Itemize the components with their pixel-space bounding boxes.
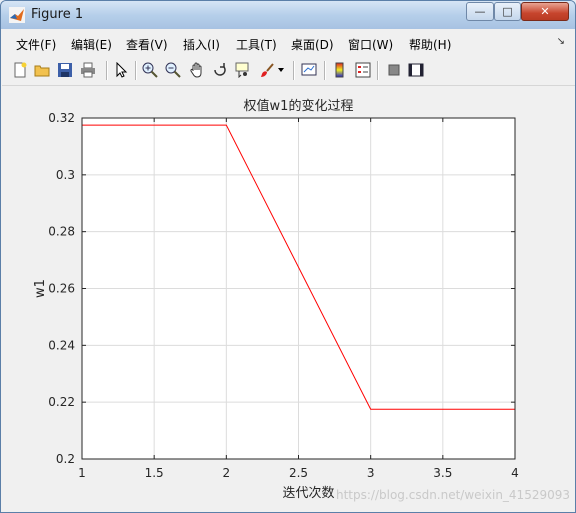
- title-bar[interactable]: Figure 1 — □ ✕: [1, 1, 575, 29]
- x-tick-label: 4: [511, 466, 519, 480]
- matlab-logo-icon: [9, 7, 25, 23]
- watermark-text: https://blog.csdn.net/weixin_41529093: [336, 488, 570, 502]
- brush-icon[interactable]: [258, 61, 276, 79]
- menu-desktop[interactable]: 桌面(D): [291, 36, 334, 53]
- maximize-button[interactable]: □: [494, 2, 521, 21]
- hide-plot-tools-icon[interactable]: [385, 61, 403, 79]
- pan-hand-icon[interactable]: [188, 61, 206, 79]
- y-tick-label: 0.28: [48, 225, 75, 239]
- menu-file[interactable]: 文件(F): [16, 36, 56, 53]
- x-axis-label: 迭代次数: [282, 485, 334, 501]
- minimize-button[interactable]: —: [466, 2, 494, 21]
- figure-toolbar: [2, 56, 575, 86]
- y-tick-label: 0.22: [48, 395, 75, 409]
- toolbar-separator: [293, 61, 295, 80]
- y-axis-label: w1: [33, 279, 48, 298]
- save-icon[interactable]: [56, 61, 74, 79]
- x-tick-label: 2.5: [289, 466, 308, 480]
- figure-canvas-area: 1 1.5 2 2.5 3 3.5 4 0.2 0.22 0.24 0.26 0.28 0.3 0.32…: [2, 86, 575, 513]
- menu-tools[interactable]: 工具(T): [236, 36, 277, 53]
- close-icon: ✕: [540, 5, 550, 18]
- menu-window[interactable]: 窗口(W): [348, 36, 393, 53]
- x-tick-label: 2: [223, 466, 231, 480]
- menu-help[interactable]: 帮助(H): [409, 36, 451, 53]
- colorbar-icon[interactable]: [331, 61, 349, 79]
- menu-view[interactable]: 查看(V): [126, 36, 168, 53]
- show-plot-tools-icon[interactable]: [407, 61, 425, 79]
- link-plot-icon[interactable]: [300, 61, 318, 79]
- chart-title: 权值w1的变化过程: [244, 98, 354, 114]
- menu-insert[interactable]: 插入(I): [183, 36, 220, 53]
- rotate-3d-icon[interactable]: [211, 61, 229, 79]
- x-tick-label: 3.5: [433, 466, 452, 480]
- x-tick-label: 1.5: [145, 466, 164, 480]
- y-tick-label: 0.26: [48, 282, 75, 296]
- y-tick-label: 0.2: [56, 452, 75, 466]
- figure-window: Figure 1 — □ ✕ 文件(F) 编辑(E) 查看(V) 插入(I) 工…: [0, 0, 576, 513]
- y-tick-label: 0.3: [56, 168, 75, 182]
- toolbar-separator: [324, 61, 326, 80]
- dock-arrow-icon[interactable]: ↘: [557, 36, 565, 47]
- open-file-icon[interactable]: [33, 61, 51, 79]
- zoom-out-icon[interactable]: [164, 61, 182, 79]
- legend-icon[interactable]: [354, 61, 372, 79]
- brush-dropdown-icon[interactable]: [276, 61, 286, 79]
- new-figure-icon[interactable]: [11, 61, 29, 79]
- y-tick-label: 0.24: [48, 338, 75, 352]
- minimize-icon: —: [474, 5, 486, 18]
- select-arrow-icon[interactable]: [112, 61, 130, 79]
- zoom-in-icon[interactable]: [141, 61, 159, 79]
- toolbar-separator: [135, 61, 137, 80]
- plot-canvas[interactable]: 1 1.5 2 2.5 3 3.5 4 0.2 0.22 0.24 0.26 0.28 0.3 0.32…: [2, 86, 575, 513]
- print-icon[interactable]: [79, 61, 97, 79]
- menu-bar: 文件(F) 编辑(E) 查看(V) 插入(I) 工具(T) 桌面(D) 窗口(W…: [2, 30, 575, 56]
- data-cursor-icon[interactable]: [234, 61, 252, 79]
- menu-edit[interactable]: 编辑(E): [71, 36, 112, 53]
- x-tick-label: 1: [78, 466, 86, 480]
- maximize-icon: □: [502, 5, 513, 18]
- toolbar-separator: [106, 61, 108, 80]
- close-button[interactable]: ✕: [521, 2, 569, 21]
- window-title: Figure 1: [31, 7, 84, 22]
- y-tick-label: 0.32: [48, 111, 75, 125]
- x-tick-label: 3: [367, 466, 375, 480]
- toolbar-separator: [377, 61, 379, 80]
